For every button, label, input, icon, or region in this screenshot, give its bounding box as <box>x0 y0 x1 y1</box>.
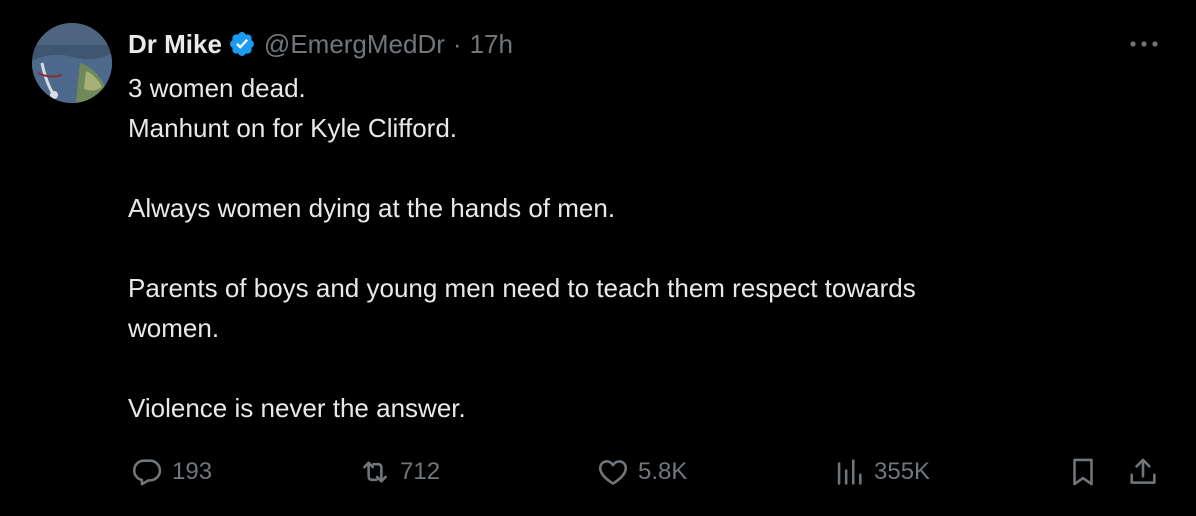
retweet-icon <box>358 455 392 489</box>
views-chart-icon <box>832 455 866 489</box>
like-button[interactable]: 5.8K <box>596 448 687 496</box>
tweet-line: Violence is never the answer. <box>128 393 466 423</box>
avatar[interactable] <box>32 23 112 103</box>
reply-icon <box>130 455 164 489</box>
tweet-header: Dr Mike @EmergMedDr · 17h <box>128 26 513 62</box>
tweet-line: 3 women dead. <box>128 73 306 103</box>
action-bar: 193 712 5.8K 355K <box>128 448 1168 496</box>
more-options-icon[interactable] <box>1126 30 1162 58</box>
bookmark-icon <box>1066 455 1100 489</box>
header-separator: · <box>452 28 462 59</box>
reply-button[interactable]: 193 <box>130 448 212 496</box>
author-display-name[interactable]: Dr Mike <box>128 29 222 60</box>
tweet-card[interactable]: Dr Mike @EmergMedDr · 17h 3 women dead. … <box>0 0 1196 516</box>
avatar-image <box>32 23 112 103</box>
views-button[interactable]: 355K <box>832 448 930 496</box>
timestamp[interactable]: 17h <box>470 29 513 60</box>
views-count: 355K <box>874 458 931 485</box>
heart-icon <box>596 455 630 489</box>
bookmark-button[interactable] <box>1066 448 1100 496</box>
like-count: 5.8K <box>638 458 688 485</box>
verified-badge-icon[interactable] <box>228 30 256 58</box>
tweet-line: Parents of boys and young men need to te… <box>128 273 916 303</box>
tweet-line: Manhunt on for Kyle Clifford. <box>128 113 458 143</box>
reply-count: 193 <box>172 458 213 485</box>
tweet-text: 3 women dead. Manhunt on for Kyle Cliffo… <box>128 68 1088 428</box>
share-button[interactable] <box>1126 448 1160 496</box>
retweet-count: 712 <box>400 458 441 485</box>
tweet-line: Always women dying at the hands of men. <box>128 193 616 223</box>
author-handle[interactable]: @EmergMedDr <box>264 29 445 60</box>
retweet-button[interactable]: 712 <box>358 448 440 496</box>
share-icon <box>1126 455 1160 489</box>
tweet-line: women. <box>128 313 220 343</box>
